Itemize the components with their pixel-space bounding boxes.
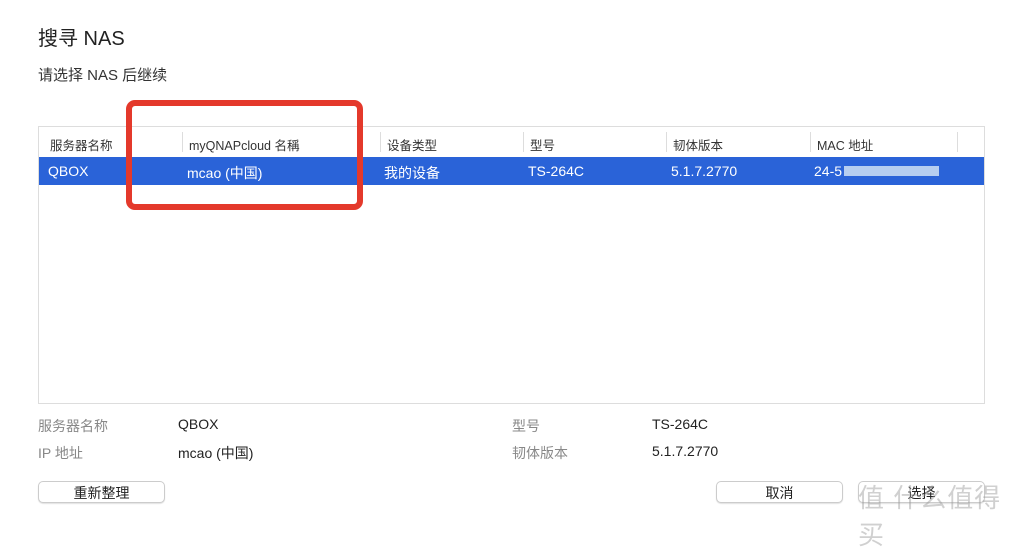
cancel-button[interactable]: 取消 xyxy=(716,481,843,503)
detail-ip-value: mcao (中国) xyxy=(178,445,254,461)
watermark: 值 什么值得买 xyxy=(858,483,1002,550)
refresh-button[interactable]: 重新整理 xyxy=(38,481,165,503)
col-mac[interactable]: MAC 地址 xyxy=(817,135,873,154)
detail-firmware-value: 5.1.7.2770 xyxy=(652,443,719,459)
detail-model-value: TS-264C xyxy=(652,416,709,432)
cell-firmware: 5.1.7.2770 xyxy=(671,163,738,179)
col-device-type[interactable]: 设备类型 xyxy=(387,135,437,154)
dialog-subtitle: 请选择 NAS 后继续 xyxy=(38,67,168,84)
cell-type: 我的设备 xyxy=(384,165,440,181)
dialog-title: 搜寻 NAS xyxy=(38,28,125,50)
mac-redaction xyxy=(844,166,939,176)
detail-model-label: 型号 xyxy=(512,418,540,434)
cell-mac: 24-5 xyxy=(814,163,843,179)
detail-firmware-label: 韧体版本 xyxy=(512,445,568,461)
col-server-name[interactable]: 服务器名称 xyxy=(50,135,113,154)
detail-server-value: QBOX xyxy=(178,416,219,432)
col-model[interactable]: 型号 xyxy=(530,135,555,154)
col-firmware[interactable]: 韧体版本 xyxy=(673,135,723,154)
cell-server: QBOX xyxy=(48,163,89,179)
detail-ip-label: IP 地址 xyxy=(38,445,83,461)
cell-model: TS-264C xyxy=(528,163,585,179)
highlight-box xyxy=(126,100,363,210)
detail-server-label: 服务器名称 xyxy=(38,418,108,434)
